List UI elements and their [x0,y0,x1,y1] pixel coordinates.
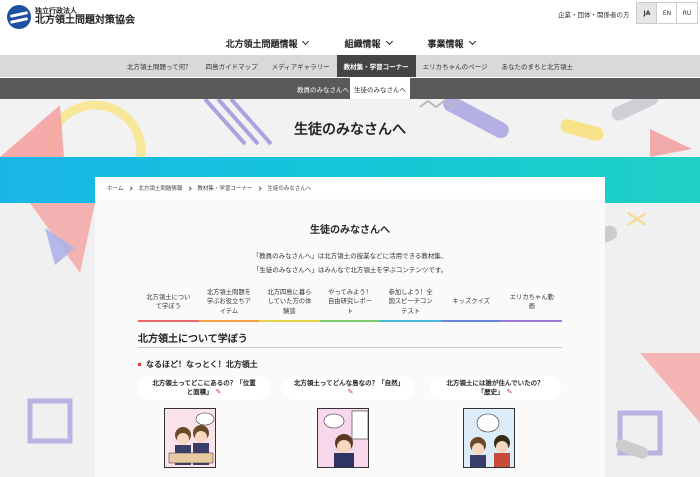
breadcrumb: ホーム 北方領土問題情報 教材集・学習コーナー 生徒のみなさんへ [95,177,605,199]
page-title: 生徒のみなさんへ [310,225,390,236]
pencil-icon: ✎ [215,388,222,396]
tab-kids-quiz[interactable]: キッズクイズ [440,284,502,322]
subnav-erika-page[interactable]: エリカちゃんのページ [416,55,495,77]
chevron-down-icon [302,37,310,46]
breadcrumb-issue-info[interactable]: 北方領土問題情報 [138,184,182,192]
content-card: ホーム 北方領土問題情報 教材集・学習コーナー 生徒のみなさんへ 生徒のみなさん… [95,177,605,477]
logo-title: 北方領土問題対策協会 [35,15,135,27]
tab-experiences[interactable]: 北方四島に暮ら していた方の体 験談 [259,284,320,322]
lang-en-button[interactable]: EN [656,2,678,24]
subnav-guide-map[interactable]: 四島ガイドマップ [199,55,265,77]
breadcrumb-current: 生徒のみなさんへ [267,186,312,192]
tab-useful-items[interactable]: 北方領土問題を 学ぶお役立ちア イテム [198,284,260,322]
tab-research-report[interactable]: やってみよう！ 自由研究レポート [319,284,381,322]
pencil-icon: ✎ [347,388,354,396]
subnav-media-gallery[interactable]: メディアギャラリー [265,55,337,77]
main-nav-issue-info[interactable]: 北方領土問題情報 [207,34,326,52]
manga-card-nature[interactable]: 北方領土ってどんな島なの？「自然」 ✎ [283,376,415,477]
logo-mark-icon [7,5,31,29]
manga-thumbnail [164,408,216,468]
tab-erika-video[interactable]: エリカちゃん動画 [501,284,563,322]
manga-thumbnail [317,408,369,468]
chevron-down-icon [385,37,393,46]
page-intro: 「教員のみなさんへ」は北方領土の授業などに活用できる教材集、 「生徒のみなさんへ… [252,252,448,274]
subnav-learning-corner[interactable]: 教材集・学習コーナー [336,55,416,77]
content-tabs: 北方領土につい て学ぼう 北方領土問題を 学ぶお役立ちア イテム 北方四島に暮ら してい… [138,284,563,322]
sub-nav: 北方領土問題って何？ 四島ガイドマップ メディアギャラリー 教材集・学習コーナー… [0,55,700,77]
chevron-right-icon [187,185,192,191]
section-divider [138,347,562,348]
chevron-right-icon [128,185,133,191]
tab-learn-about[interactable]: 北方領土につい て学ぼう [138,284,199,322]
manga-thumbnail [463,408,515,468]
lang-ja-button[interactable]: JA [636,2,658,24]
main-nav: 北方領土問題情報 組織情報 事業情報 [0,34,700,54]
subnav-what-is-issue[interactable]: 北方領土問題って何？ [120,55,199,77]
subsection-title: なるほど！なっとく！北方領土 [138,359,258,370]
bullet-icon [138,363,141,366]
tab-speech-contest[interactable]: 参加しよう！全 国スピーチコン テスト [380,284,441,322]
subnav-your-town[interactable]: あなたのまちと北方領土 [495,55,581,77]
main-nav-organization[interactable]: 組織情報 [326,34,409,52]
manga-card-location[interactable]: 北方領土ってどこにあるの？「位置 と面積」 ✎ [138,376,270,477]
hero-banner: 生徒のみなさんへ [0,99,700,157]
subnav2-teachers[interactable]: 教員のみなさんへ [293,78,353,99]
manga-card-history[interactable]: 北方領土には誰が住んでいたの？ 「歴史」 ✎ [429,376,561,477]
main-nav-business[interactable]: 事業情報 [410,34,493,52]
chevron-right-icon [257,185,262,191]
section-title: 北方領土について学ぼう [138,334,248,345]
chevron-down-icon [468,37,476,46]
breadcrumb-learning-corner[interactable]: 教材集・学習コーナー [197,184,252,192]
subnav2-students[interactable]: 生徒のみなさんへ [350,78,410,99]
corporate-link[interactable]: 企業・団体・関係者の方 [558,9,630,19]
pencil-icon: ✎ [506,388,513,396]
sub-nav-level2: 教員のみなさんへ 生徒のみなさんへ [0,78,700,99]
breadcrumb-home[interactable]: ホーム [107,184,123,192]
hero-title: 生徒のみなさんへ [294,122,406,138]
site-logo[interactable]: 独立行政法人 北方領土問題対策協会 [7,5,135,29]
lang-ru-button[interactable]: RU [676,2,698,24]
